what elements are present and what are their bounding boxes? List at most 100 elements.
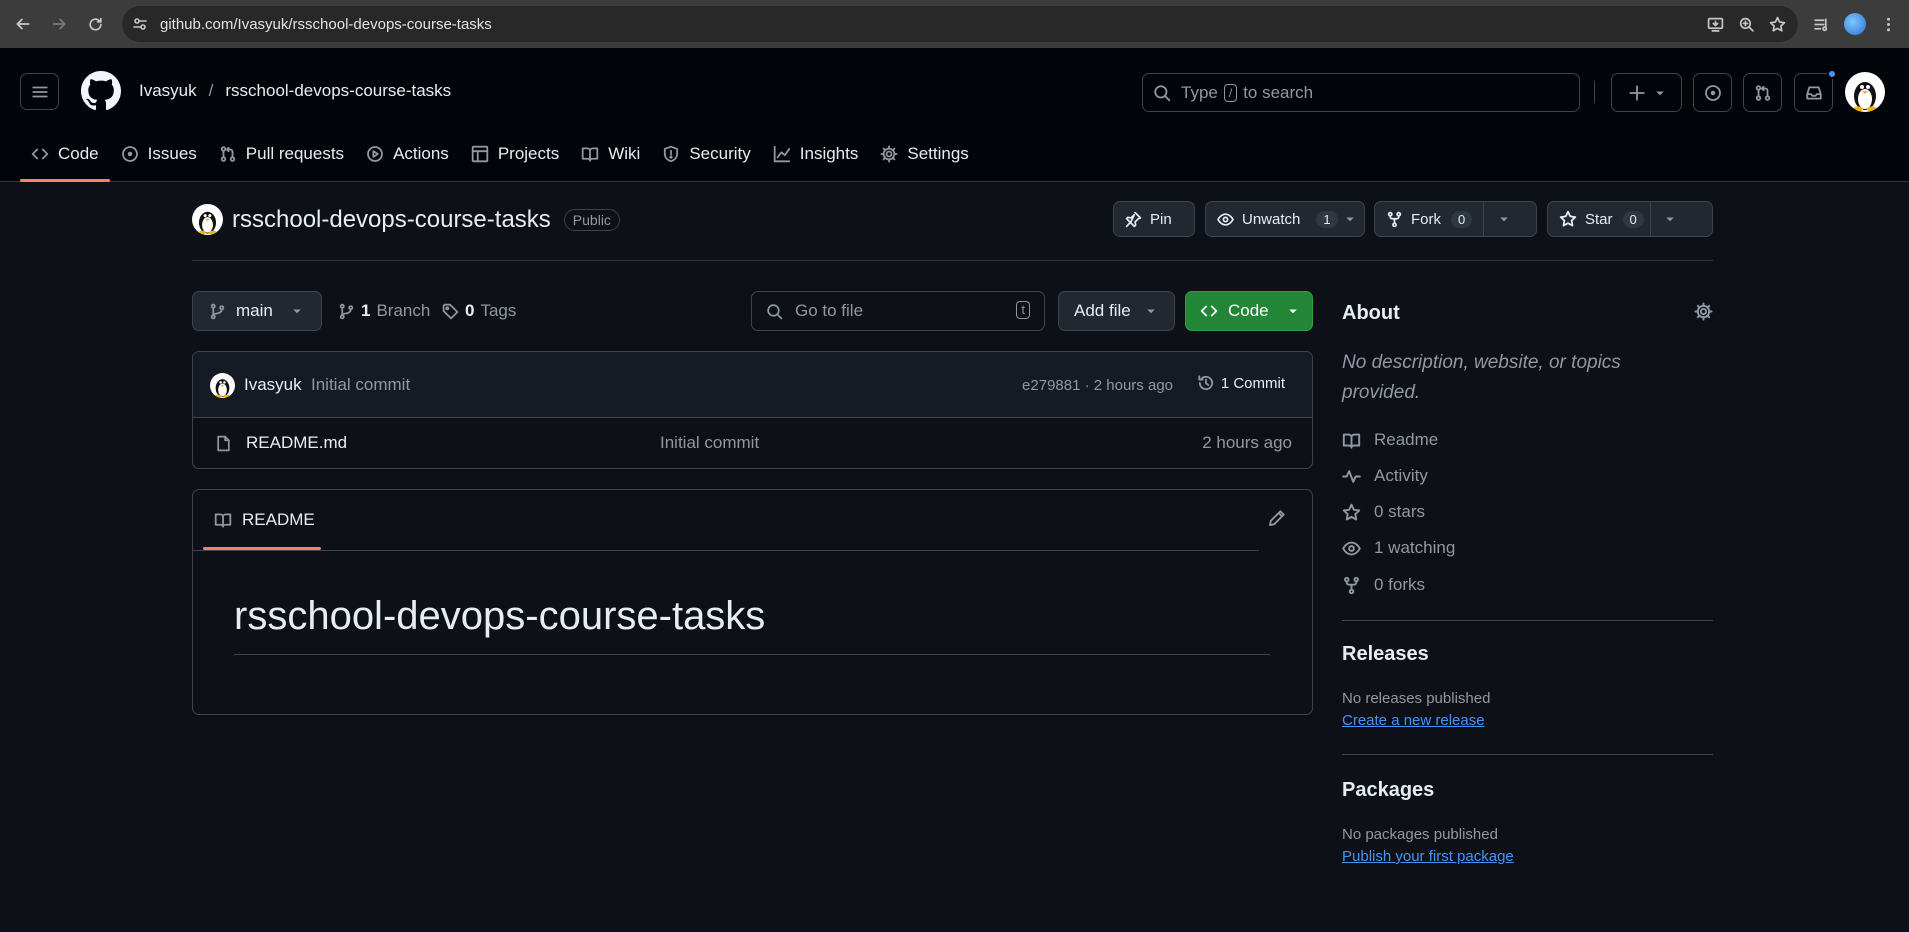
repo-link[interactable]: rsschool-devops-course-tasks bbox=[225, 81, 451, 101]
tab-label: Code bbox=[58, 144, 99, 163]
star-icon bbox=[1559, 210, 1577, 228]
commits-link[interactable]: 1 Commit bbox=[1197, 374, 1285, 392]
pencil-icon[interactable] bbox=[1268, 509, 1286, 527]
tab-wiki[interactable]: Wiki bbox=[570, 126, 651, 182]
forward-icon[interactable] bbox=[44, 9, 74, 39]
tab-insights[interactable]: Insights bbox=[762, 126, 870, 182]
site-info-icon[interactable] bbox=[132, 16, 148, 32]
tab-readme[interactable]: README bbox=[203, 490, 321, 550]
releases-title[interactable]: Releases bbox=[1342, 643, 1429, 666]
fork-button[interactable]: Fork 0 bbox=[1374, 201, 1537, 237]
file-name[interactable]: README.md bbox=[246, 433, 347, 453]
browser-menu-icon[interactable] bbox=[1880, 16, 1897, 33]
repo-name[interactable]: rsschool-devops-course-tasks bbox=[232, 206, 551, 234]
watch-count: 1 bbox=[1316, 210, 1338, 228]
search-icon bbox=[766, 303, 783, 320]
pull-requests-button[interactable] bbox=[1743, 73, 1782, 112]
branches-link[interactable]: 1 Branch bbox=[338, 301, 430, 321]
pin-label: Pin bbox=[1150, 210, 1172, 228]
chevron-down-icon bbox=[1664, 213, 1676, 225]
github-header: Ivasyuk / rsschool-devops-course-tasks T… bbox=[0, 48, 1909, 182]
branch-icon bbox=[209, 303, 226, 320]
owner-avatar[interactable] bbox=[192, 204, 223, 235]
media-icon[interactable] bbox=[1813, 16, 1830, 33]
chevron-down-icon bbox=[1287, 305, 1299, 317]
inbox-icon bbox=[1805, 84, 1823, 102]
star-button[interactable]: Star 0 bbox=[1547, 201, 1713, 237]
chevron-down-icon bbox=[1654, 87, 1666, 99]
tab-settings[interactable]: Settings bbox=[869, 126, 979, 182]
branch-selector[interactable]: main bbox=[192, 291, 322, 331]
avatar[interactable] bbox=[1845, 72, 1885, 112]
tab-issues[interactable]: Issues bbox=[110, 126, 208, 182]
watch-dropdown[interactable] bbox=[1344, 202, 1364, 236]
search-placeholder-suffix: to search bbox=[1243, 82, 1314, 102]
issue-icon bbox=[121, 145, 139, 163]
latest-commit-row: Ivasyuk Initial commit e279881 · 2 hours… bbox=[193, 352, 1312, 418]
go-to-file-placeholder: Go to file bbox=[795, 301, 864, 320]
packages-title[interactable]: Packages bbox=[1342, 779, 1434, 802]
play-icon bbox=[366, 145, 384, 163]
tag-count: 0 bbox=[465, 301, 475, 320]
create-release-link[interactable]: Create a new release bbox=[1342, 712, 1485, 729]
releases-note: No releases published bbox=[1342, 690, 1491, 707]
watching-link[interactable]: 1 watching bbox=[1342, 538, 1455, 558]
zoom-icon[interactable] bbox=[1738, 16, 1755, 33]
tab-actions[interactable]: Actions bbox=[355, 126, 460, 182]
about-title: About bbox=[1342, 302, 1400, 324]
go-to-file-input[interactable]: Go to file t bbox=[751, 291, 1045, 331]
commit-hash-time[interactable]: e279881 · 2 hours ago bbox=[1022, 377, 1173, 394]
forks-link[interactable]: 0 forks bbox=[1342, 575, 1425, 595]
readme-tab-label: README bbox=[242, 510, 315, 529]
commit-message[interactable]: Initial commit bbox=[311, 375, 410, 395]
tab-security[interactable]: Security bbox=[651, 126, 761, 182]
bookmark-star-icon[interactable] bbox=[1769, 16, 1786, 33]
graph-icon bbox=[773, 145, 791, 163]
address-bar[interactable]: github.com/Ivasyuk/rsschool-devops-cours… bbox=[122, 6, 1798, 42]
fork-dropdown[interactable] bbox=[1483, 202, 1523, 236]
commit-author[interactable]: Ivasyuk bbox=[244, 375, 302, 395]
hamburger-menu-icon[interactable] bbox=[20, 73, 59, 110]
issues-button[interactable] bbox=[1693, 73, 1732, 112]
tag-icon bbox=[442, 303, 459, 320]
search-input[interactable]: Type / to search bbox=[1142, 73, 1580, 112]
pin-button[interactable]: Pin bbox=[1113, 201, 1195, 237]
owner-link[interactable]: Ivasyuk bbox=[139, 81, 197, 101]
watch-button[interactable]: Unwatch 1 bbox=[1205, 201, 1365, 237]
gear-icon[interactable] bbox=[1694, 302, 1713, 321]
packages-note: No packages published bbox=[1342, 826, 1498, 843]
activity-link[interactable]: Activity bbox=[1342, 466, 1428, 486]
publish-package-link[interactable]: Publish your first package bbox=[1342, 848, 1514, 865]
back-icon[interactable] bbox=[8, 9, 38, 39]
eye-icon bbox=[1342, 539, 1361, 558]
tab-code[interactable]: Code bbox=[20, 126, 110, 182]
readme-link-label: Readme bbox=[1374, 430, 1439, 449]
github-logo-icon[interactable] bbox=[81, 71, 121, 111]
file-commit-time: 2 hours ago bbox=[1202, 433, 1292, 452]
watch-label: Unwatch bbox=[1242, 210, 1301, 228]
fork-label: Fork bbox=[1411, 210, 1441, 228]
tab-projects[interactable]: Projects bbox=[460, 126, 570, 182]
tab-pull-requests[interactable]: Pull requests bbox=[208, 126, 355, 182]
code-icon bbox=[1200, 302, 1218, 320]
browser-profile-icon[interactable] bbox=[1844, 13, 1866, 35]
book-icon bbox=[1342, 431, 1361, 450]
table-row[interactable]: README.md Initial commit 2 hours ago bbox=[193, 418, 1312, 468]
create-new-button[interactable] bbox=[1611, 73, 1682, 112]
notification-dot bbox=[1827, 69, 1837, 79]
stars-link[interactable]: 0 stars bbox=[1342, 502, 1425, 522]
code-button[interactable]: Code bbox=[1185, 291, 1313, 331]
search-shortcut-key: / bbox=[1223, 83, 1238, 102]
install-app-icon[interactable] bbox=[1707, 16, 1724, 33]
code-button-label: Code bbox=[1228, 301, 1269, 320]
file-commit-message[interactable]: Initial commit bbox=[660, 433, 759, 453]
inbox-button[interactable] bbox=[1794, 69, 1837, 112]
file-icon bbox=[215, 434, 232, 453]
tags-link[interactable]: 0 Tags bbox=[442, 301, 516, 321]
add-file-button[interactable]: Add file bbox=[1058, 291, 1175, 331]
star-dropdown[interactable] bbox=[1649, 202, 1690, 236]
reload-icon[interactable] bbox=[80, 9, 110, 39]
commit-author-avatar[interactable] bbox=[210, 373, 235, 398]
search-placeholder-prefix: Type bbox=[1181, 82, 1218, 102]
readme-link[interactable]: Readme bbox=[1342, 430, 1438, 450]
